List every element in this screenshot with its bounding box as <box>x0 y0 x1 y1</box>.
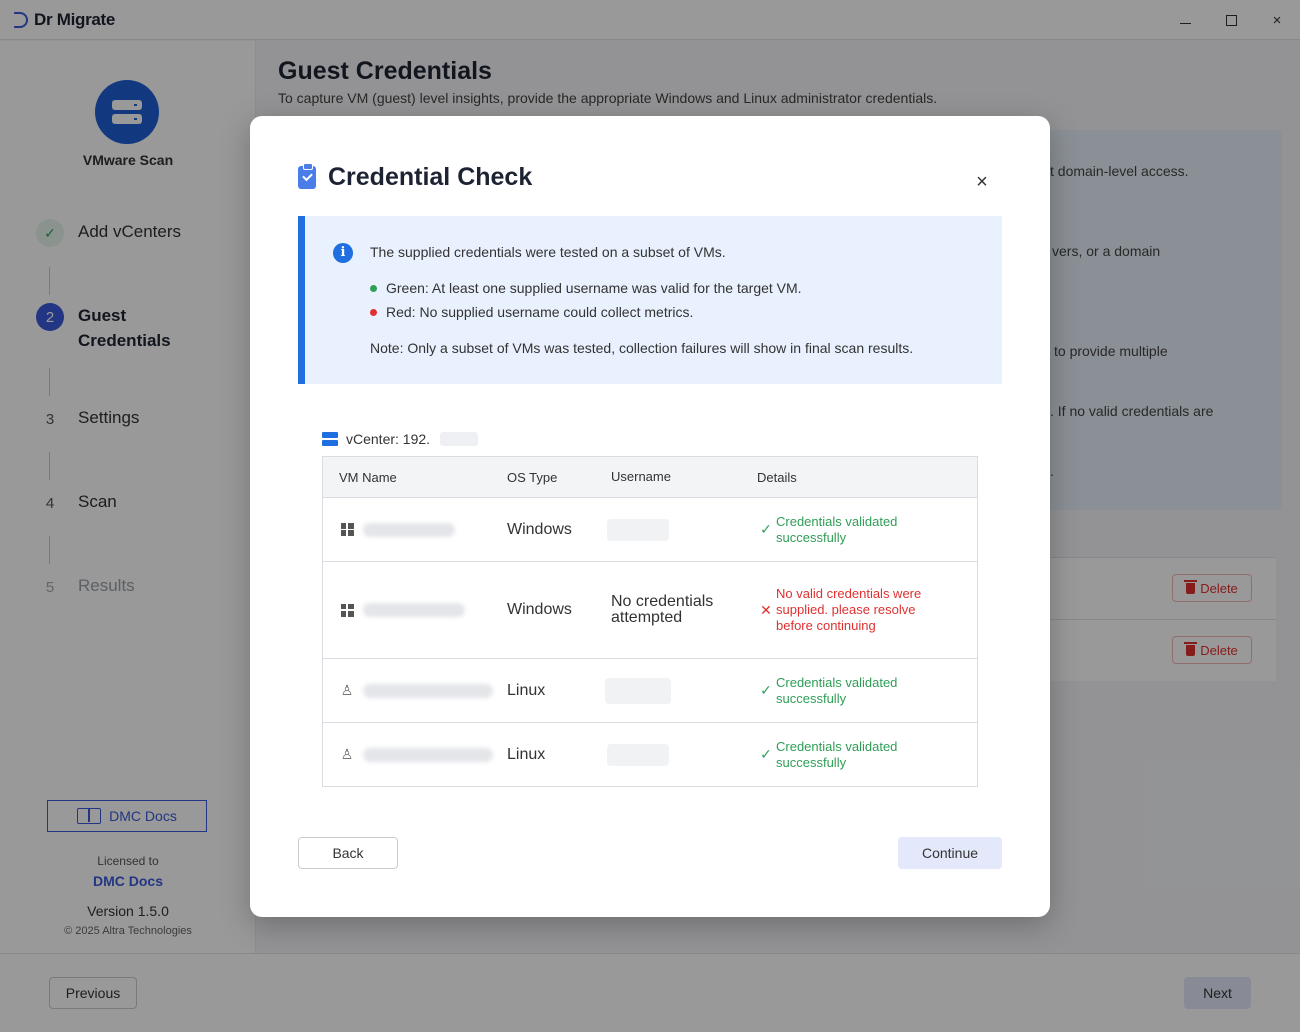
table-row: Windows ✓ Credentials validated successf… <box>323 497 977 561</box>
close-icon[interactable]: × <box>972 172 992 192</box>
redacted-vm-name <box>363 522 455 537</box>
redacted-vm-name <box>363 747 493 762</box>
check-icon: ✓ <box>760 521 772 537</box>
details-cell: ✕ No valid credentials were supplied. pl… <box>757 586 977 634</box>
check-icon: ✓ <box>760 682 772 698</box>
details-cell: ✓ Credentials validated successfully <box>757 514 977 546</box>
alert-intro: The supplied credentials were tested on … <box>370 244 726 260</box>
alert-red-line: Red: No supplied username could collect … <box>370 304 693 320</box>
redacted-username <box>605 677 671 704</box>
os-type-cell: Linux <box>507 681 546 699</box>
username-cell <box>607 518 757 541</box>
alert-note: Note: Only a subset of VMs was tested, c… <box>370 340 914 356</box>
vm-name-cell: ♙ <box>323 746 507 763</box>
header-os-type: OS Type <box>507 469 558 485</box>
windows-icon <box>339 603 355 617</box>
table-row: Windows No credentials attempted ✕ No va… <box>323 561 977 658</box>
username-cell: No credentials attempted <box>611 593 714 626</box>
green-dot-icon <box>370 285 377 292</box>
server-icon <box>322 432 338 446</box>
header-details: Details <box>757 469 797 485</box>
credential-check-modal: Credential Check × i The supplied creden… <box>250 116 1050 917</box>
vm-name-cell <box>323 603 507 617</box>
linux-icon: ♙ <box>340 746 354 762</box>
modal-title: Credential Check <box>328 163 533 191</box>
redacted-vm-name <box>363 683 493 698</box>
linux-icon: ♙ <box>340 682 354 698</box>
redacted-username <box>607 743 669 766</box>
continue-button[interactable]: Continue <box>898 837 1002 869</box>
red-dot-icon <box>370 309 377 316</box>
windows-icon <box>339 523 355 536</box>
alert-green-line: Green: At least one supplied username wa… <box>370 280 802 296</box>
header-username: Username <box>611 469 671 484</box>
details-cell: ✓ Credentials validated successfully <box>757 739 977 771</box>
info-icon: i <box>333 243 353 263</box>
x-icon: ✕ <box>760 601 772 618</box>
username-cell <box>607 743 757 766</box>
details-cell: ✓ Credentials validated successfully <box>757 675 977 707</box>
vm-name-cell: ♙ <box>323 682 507 699</box>
redacted-username <box>607 518 669 541</box>
table-row: ♙ Linux ✓ Credentials validated successf… <box>323 722 977 786</box>
redacted-vm-name <box>363 603 465 617</box>
check-icon: ✓ <box>760 746 772 762</box>
redacted-address <box>440 432 479 446</box>
vcenter-address: vCenter: 192. <box>346 431 431 447</box>
header-vm-name: VM Name <box>339 469 397 485</box>
os-type-cell: Linux <box>507 745 546 763</box>
credential-results-table: VM Name OS Type Username Details Windows… <box>322 456 978 787</box>
username-cell <box>605 677 757 704</box>
os-type-cell: Windows <box>507 520 572 538</box>
vcenter-label: vCenter: 192. <box>322 431 479 447</box>
info-alert: i The supplied credentials were tested o… <box>298 216 1002 384</box>
vm-name-cell <box>323 522 507 537</box>
table-header: VM Name OS Type Username Details <box>323 457 977 497</box>
table-row: ♙ Linux ✓ Credentials validated successf… <box>323 658 977 722</box>
clipboard-check-icon <box>298 163 316 189</box>
back-button[interactable]: Back <box>298 837 398 869</box>
os-type-cell: Windows <box>507 601 572 618</box>
